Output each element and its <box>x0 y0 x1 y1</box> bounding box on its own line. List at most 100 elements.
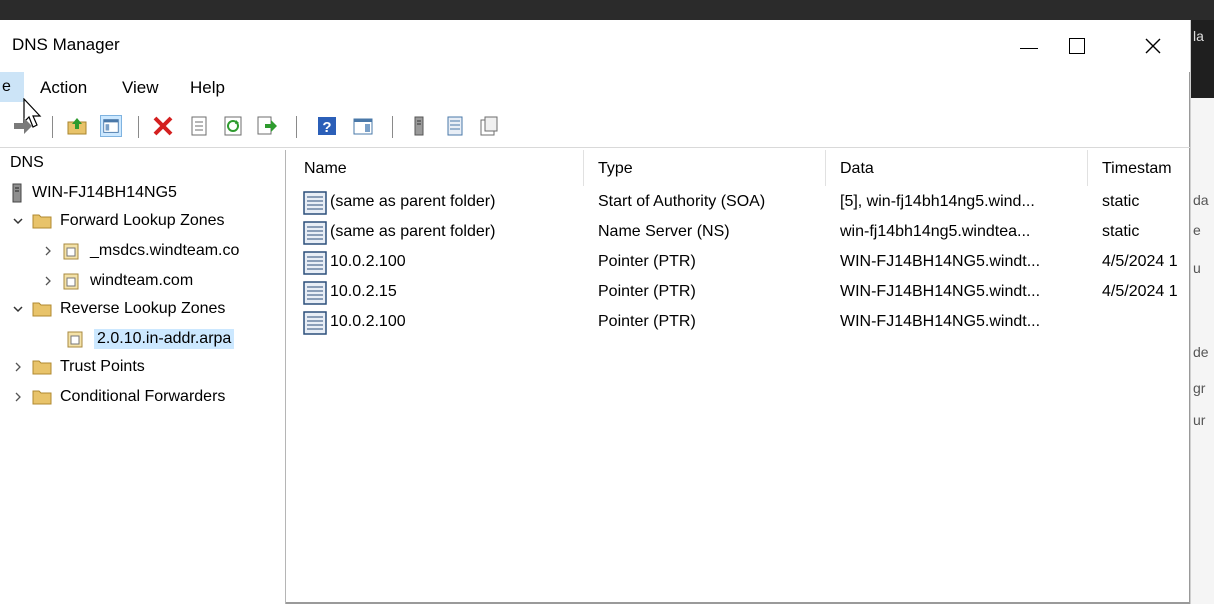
minimize-button[interactable] <box>1006 20 1052 72</box>
zone-icon <box>63 243 79 260</box>
tree-item-label: windteam.com <box>90 272 194 289</box>
toolbar-separator <box>138 116 139 138</box>
minimize-icon <box>1020 47 1038 49</box>
records-icon[interactable] <box>444 115 466 137</box>
window-title: DNS Manager <box>12 35 120 54</box>
tree-item-label: Forward Lookup Zones <box>60 212 225 229</box>
export-list-icon[interactable] <box>256 115 278 137</box>
delete-icon[interactable] <box>152 115 174 137</box>
background-window-titlebar: la <box>1191 20 1214 98</box>
zone-icon <box>67 331 83 348</box>
cell-timestamp: static <box>1102 193 1140 210</box>
folder-icon <box>32 360 52 375</box>
chevron-down-icon[interactable] <box>10 301 26 317</box>
background-fragment: ur <box>1193 412 1206 428</box>
cell-data: win-fj14bh14ng5.windtea... <box>840 223 1031 240</box>
title-bar: DNS Manager <box>0 20 1190 72</box>
zone-icon[interactable] <box>478 115 500 137</box>
folder-icon <box>32 390 52 405</box>
folder-icon <box>32 302 52 317</box>
menu-file[interactable]: e <box>0 72 24 102</box>
tree-item-label-selected: 2.0.10.in-addr.arpa <box>94 329 235 349</box>
show-hide-tree-icon[interactable] <box>100 115 122 137</box>
properties-icon[interactable] <box>188 115 210 137</box>
tree-item-windteam-zone[interactable]: windteam.com <box>40 268 193 294</box>
table-row[interactable]: 10.0.2.15 Pointer (PTR) WIN-FJ14BH14NG5.… <box>290 278 1190 308</box>
cell-name: 10.0.2.100 <box>330 253 406 270</box>
cell-data: WIN-FJ14BH14NG5.windt... <box>840 283 1041 300</box>
column-header-name[interactable]: Name <box>290 150 584 186</box>
tree-item-label: DNS <box>10 154 44 171</box>
close-button[interactable] <box>1130 20 1176 72</box>
cell-name: (same as parent folder) <box>330 223 496 240</box>
menu-view[interactable]: View <box>122 78 159 98</box>
tree-item-server[interactable]: WIN-FJ14BH14NG5 <box>10 180 177 206</box>
cell-type: Pointer (PTR) <box>598 313 696 330</box>
chevron-down-icon[interactable] <box>10 213 26 229</box>
cell-timestamp: 4/5/2024 1 <box>1102 253 1178 270</box>
help-icon[interactable]: ? <box>316 115 338 137</box>
cell-name: 10.0.2.15 <box>330 283 397 300</box>
cell-name: (same as parent folder) <box>330 193 496 210</box>
record-icon <box>303 281 327 305</box>
column-header-data[interactable]: Data <box>826 150 1088 186</box>
tree-item-label: Conditional Forwarders <box>60 388 226 405</box>
record-icon <box>303 191 327 215</box>
record-list: Name Type Data Timestam (same as parent … <box>290 150 1190 604</box>
tree-item-dns[interactable]: DNS <box>10 150 44 176</box>
cell-type: Pointer (PTR) <box>598 283 696 300</box>
chevron-right-icon[interactable] <box>40 243 56 259</box>
cell-type: Start of Authority (SOA) <box>598 193 766 210</box>
cell-timestamp: 4/5/2024 1 <box>1102 283 1178 300</box>
background-window: la da e u de gr ur <box>1190 20 1214 604</box>
column-header-type[interactable]: Type <box>584 150 826 186</box>
background-fragment: e <box>1193 222 1201 238</box>
cell-name: 10.0.2.100 <box>330 313 406 330</box>
record-icon <box>303 221 327 245</box>
show-action-pane-icon[interactable] <box>352 115 374 137</box>
record-icon <box>303 311 327 335</box>
cell-data: [5], win-fj14bh14ng5.wind... <box>840 193 1035 210</box>
toolbar-separator <box>296 116 297 138</box>
toolbar: ? <box>0 106 1190 148</box>
tree-item-trust-points[interactable]: Trust Points <box>10 354 145 380</box>
server-icon <box>12 183 22 203</box>
maximize-button[interactable] <box>1054 20 1100 72</box>
column-header-timestamp[interactable]: Timestam <box>1088 150 1190 186</box>
cell-type: Pointer (PTR) <box>598 253 696 270</box>
record-icon <box>303 251 327 275</box>
chevron-right-icon[interactable] <box>40 273 56 289</box>
tree-item-reverse-zone[interactable]: 2.0.10.in-addr.arpa <box>66 326 235 352</box>
back-arrow-icon[interactable] <box>12 115 34 137</box>
background-fragment: de <box>1193 344 1209 360</box>
refresh-icon[interactable] <box>222 115 244 137</box>
menu-help[interactable]: Help <box>190 78 225 98</box>
tree-item-msdcs-zone[interactable]: _msdcs.windteam.co <box>40 238 239 264</box>
table-row[interactable]: 10.0.2.100 Pointer (PTR) WIN-FJ14BH14NG5… <box>290 308 1190 338</box>
chevron-right-icon[interactable] <box>10 389 26 405</box>
background-fragment: u <box>1193 260 1201 276</box>
folder-icon <box>32 214 52 229</box>
menu-bar: e Action View Help <box>0 72 1190 104</box>
toolbar-separator <box>52 116 53 138</box>
dns-manager-window: DNS Manager e Action View Help ? DNS WIN… <box>0 20 1190 604</box>
cell-data: WIN-FJ14BH14NG5.windt... <box>840 313 1041 330</box>
tree-item-conditional-forwarders[interactable]: Conditional Forwarders <box>10 384 225 410</box>
tree-item-forward-lookup-zones[interactable]: Forward Lookup Zones <box>10 208 225 234</box>
background-fragment: da <box>1193 192 1209 208</box>
close-icon <box>1145 38 1161 54</box>
server-icon[interactable] <box>408 115 430 137</box>
chevron-right-icon[interactable] <box>10 359 26 375</box>
tree-item-label: Trust Points <box>60 358 145 375</box>
svg-text:?: ? <box>322 119 331 136</box>
table-row[interactable]: (same as parent folder) Name Server (NS)… <box>290 218 1190 248</box>
table-row[interactable]: (same as parent folder) Start of Authori… <box>290 188 1190 218</box>
table-row[interactable]: 10.0.2.100 Pointer (PTR) WIN-FJ14BH14NG5… <box>290 248 1190 278</box>
tree-item-label: Reverse Lookup Zones <box>60 300 226 317</box>
menu-file-label: e <box>2 78 11 95</box>
up-folder-icon[interactable] <box>66 115 88 137</box>
tree-item-reverse-lookup-zones[interactable]: Reverse Lookup Zones <box>10 296 225 322</box>
menu-action[interactable]: Action <box>40 78 87 98</box>
console-tree: DNS WIN-FJ14BH14NG5 Forward Lookup Zones <box>0 150 286 604</box>
background-fragment: gr <box>1193 380 1206 396</box>
